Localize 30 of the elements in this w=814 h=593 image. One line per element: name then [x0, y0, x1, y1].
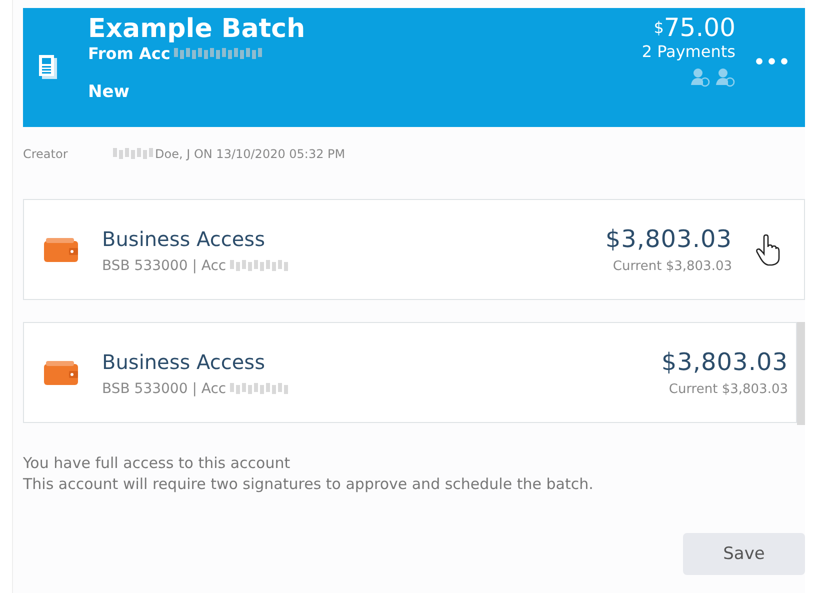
currency-symbol: $ — [654, 18, 664, 37]
payment-count: 2 Payments — [642, 42, 736, 62]
creator-value: Doe, J ON 13/10/2020 05:32 PM — [155, 147, 346, 161]
redaction-mark — [113, 148, 153, 160]
from-account: From Acc — [88, 44, 170, 64]
account-card[interactable]: Business Access BSB 533000 | Acc $3,803.03 Current $3,803.03 — [23, 322, 797, 423]
scrollbar[interactable] — [797, 322, 805, 425]
wallet-icon — [44, 360, 78, 384]
account-name: Business Access — [102, 226, 266, 252]
current-balance: Current $3,803.03 — [668, 382, 788, 397]
account-balance: $3,803.03 — [661, 348, 788, 376]
batch-amount: 75.00 — [664, 13, 736, 42]
save-button[interactable]: Save — [683, 533, 805, 575]
batch-status: New — [88, 82, 130, 102]
account-name: Business Access — [102, 348, 266, 374]
account-detail: BSB 533000 | Acc — [102, 380, 226, 396]
info-text: This account will require two signatures to approve and schedule the batch. — [23, 474, 594, 495]
account-balance: $3,803.03 — [605, 225, 732, 253]
creator-label: Creator — [23, 147, 69, 161]
redaction-mark — [230, 260, 290, 272]
current-balance: Current $3,803.03 — [612, 259, 732, 274]
account-card[interactable]: Business Access BSB 533000 | Acc $3,803.03 Current $3,803.03 — [23, 199, 805, 300]
info-text: You have full access to this account — [23, 453, 292, 474]
document-icon — [38, 54, 58, 80]
account-detail: BSB 533000 | Acc — [102, 258, 226, 274]
batch-title: Example Batch — [88, 14, 306, 44]
wallet-icon — [44, 238, 78, 262]
signer-icon — [716, 68, 736, 87]
signer-icon — [691, 68, 710, 87]
redaction-mark — [230, 382, 290, 394]
